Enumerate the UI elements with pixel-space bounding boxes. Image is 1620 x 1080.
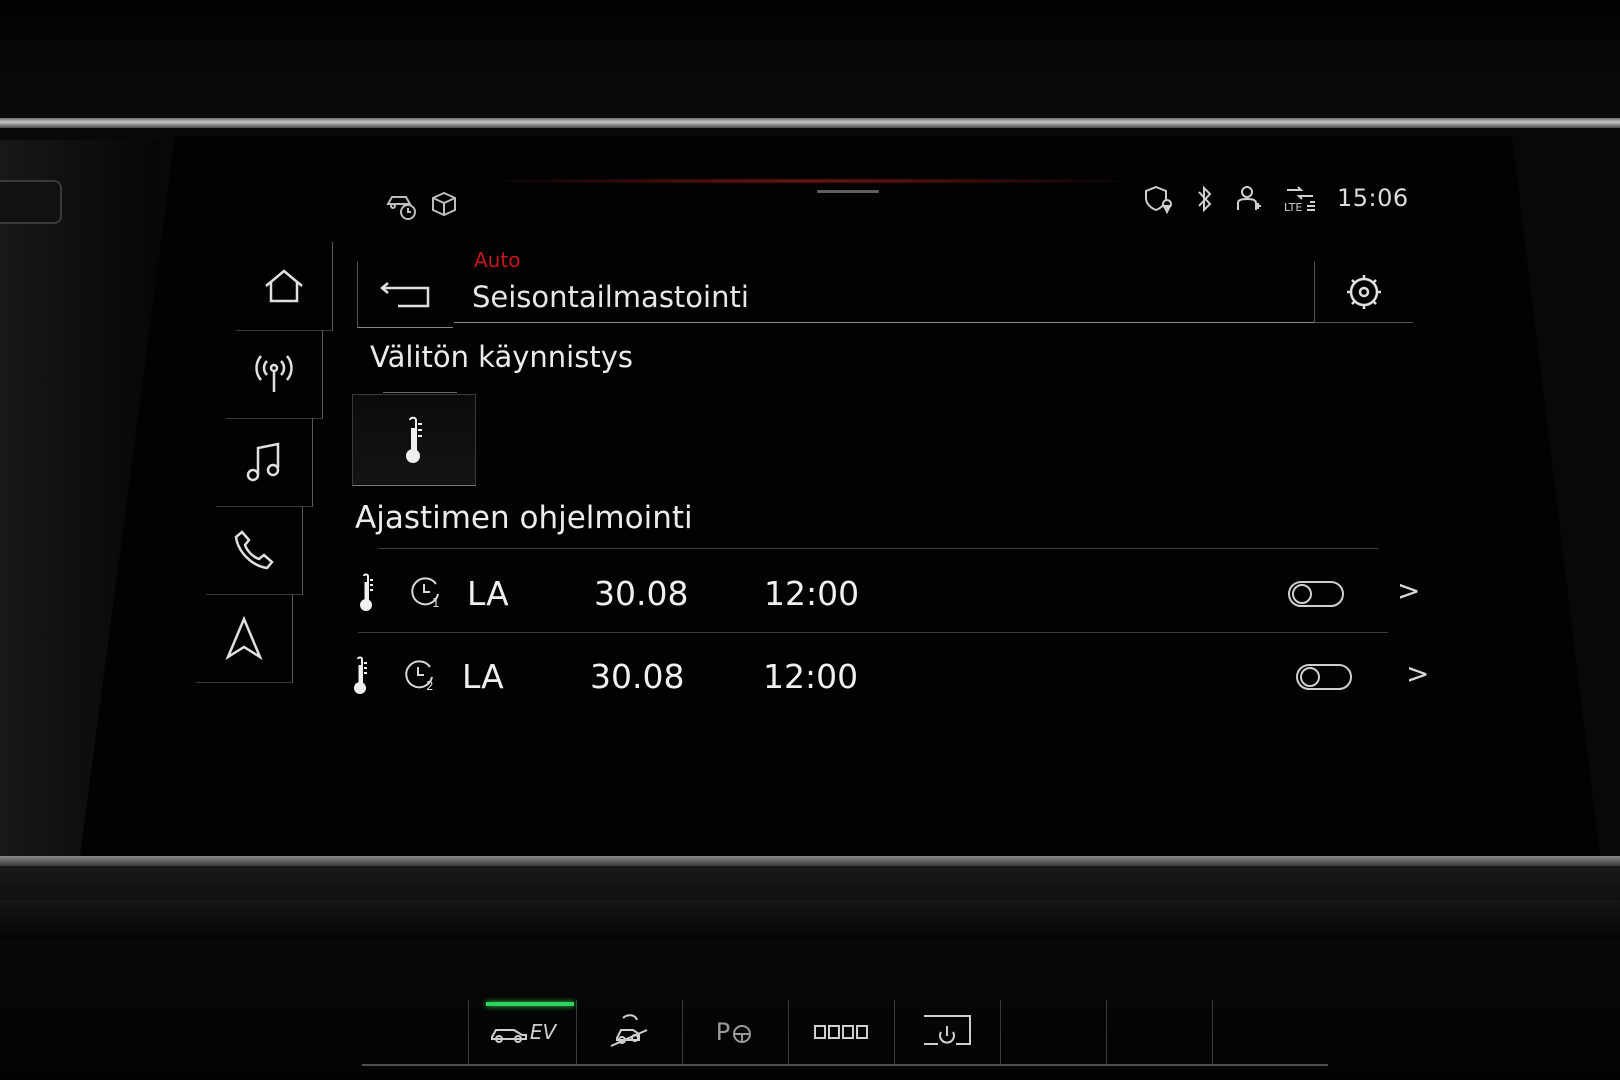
ev-active-indicator	[486, 1002, 574, 1006]
instant-start-button[interactable]	[352, 394, 476, 486]
bluetooth-icon	[1195, 184, 1215, 214]
parking-label: P	[715, 1018, 731, 1046]
lte-signal-icon: LTE	[1283, 184, 1317, 214]
sidebar-item-media[interactable]	[216, 418, 313, 507]
thermometer-icon	[402, 414, 426, 466]
timer-programming-heading: Ajastimen ohjelmointi	[355, 500, 693, 536]
timer-row-2[interactable]: 2 LA 30.08 12:00 >	[0, 641, 1620, 711]
timer-day: LA	[462, 657, 504, 696]
tile-accent-line	[383, 392, 457, 393]
timer-row-1[interactable]: 1 LA 30.08 12:00 >	[0, 558, 1620, 628]
timer-date: 30.08	[590, 657, 685, 696]
ev-mode-button[interactable]: EV	[470, 1000, 577, 1064]
divider	[378, 548, 1378, 549]
timer-toggle-switch[interactable]	[1296, 664, 1352, 690]
console-button-blank[interactable]	[1000, 1000, 1107, 1064]
chrome-trim-top	[0, 118, 1620, 128]
sidebar-item-home[interactable]	[236, 242, 333, 331]
settings-gear-icon	[1344, 272, 1384, 312]
console-button-blank[interactable]	[1106, 1000, 1213, 1064]
hill-descent-button[interactable]	[576, 1000, 683, 1064]
seat-layout-icon	[813, 1023, 869, 1041]
music-icon	[244, 440, 284, 484]
timer-time: 12:00	[764, 574, 860, 613]
console-button-row: EV P	[362, 1000, 1328, 1068]
hill-descent-icon	[607, 1012, 651, 1052]
toggle-knob	[1292, 584, 1312, 604]
display-power-icon	[922, 1012, 972, 1052]
instant-start-heading: Välitön käynnistys	[370, 340, 633, 374]
status-right-icons: LTE	[1143, 184, 1317, 214]
pull-down-handle[interactable]	[817, 190, 879, 193]
title-underline	[454, 322, 1314, 323]
thermometer-icon	[352, 655, 370, 695]
sidebar-item-radio[interactable]	[226, 330, 323, 419]
svg-text:LTE: LTE	[1284, 201, 1302, 214]
back-button[interactable]	[357, 262, 453, 328]
chevron-right-icon[interactable]: >	[1406, 657, 1429, 690]
location-shield-icon	[1143, 184, 1175, 214]
chevron-right-icon[interactable]: >	[1397, 574, 1420, 607]
seat-layout-button[interactable]	[788, 1000, 895, 1064]
dashboard-bezel-top	[0, 0, 1620, 118]
air-vent	[0, 180, 62, 224]
timer-clock-icon: 2	[402, 657, 438, 693]
chrome-trim-bottom	[0, 856, 1620, 866]
timer-number: 2	[426, 679, 434, 693]
status-left-icons	[384, 190, 458, 220]
timer-clock-icon: 1	[408, 574, 444, 610]
display-power-button[interactable]	[894, 1000, 1001, 1064]
package-icon	[430, 190, 458, 220]
timer-day: LA	[467, 574, 509, 613]
timer-toggle-switch[interactable]	[1288, 581, 1344, 607]
home-icon	[262, 266, 306, 306]
settings-button[interactable]	[1314, 262, 1413, 323]
back-arrow-icon	[378, 280, 434, 310]
console-button-base	[362, 1064, 1328, 1066]
driver-assist-icon	[384, 190, 418, 220]
console-lip	[0, 900, 1620, 940]
parking-steering-icon	[730, 1020, 754, 1044]
thermometer-icon	[358, 572, 376, 612]
clock: 15:06	[1337, 184, 1409, 212]
timer-date: 30.08	[594, 574, 689, 613]
toggle-knob	[1300, 667, 1320, 687]
ev-label: EV	[529, 1020, 557, 1044]
divider	[358, 632, 1388, 633]
ev-car-icon	[490, 1021, 528, 1043]
parking-assist-button[interactable]: P	[682, 1000, 789, 1064]
timer-time: 12:00	[763, 657, 859, 696]
radio-icon	[252, 352, 296, 396]
breadcrumb[interactable]: Auto	[474, 248, 520, 272]
timer-number: 1	[432, 596, 440, 610]
ambient-red-glow	[470, 178, 1150, 184]
console-button-blank[interactable]	[362, 1000, 469, 1064]
console-button-blank[interactable]	[1212, 1000, 1318, 1064]
user-profile-icon	[1235, 184, 1263, 214]
page-title: Seisontailmastointi	[472, 280, 749, 314]
